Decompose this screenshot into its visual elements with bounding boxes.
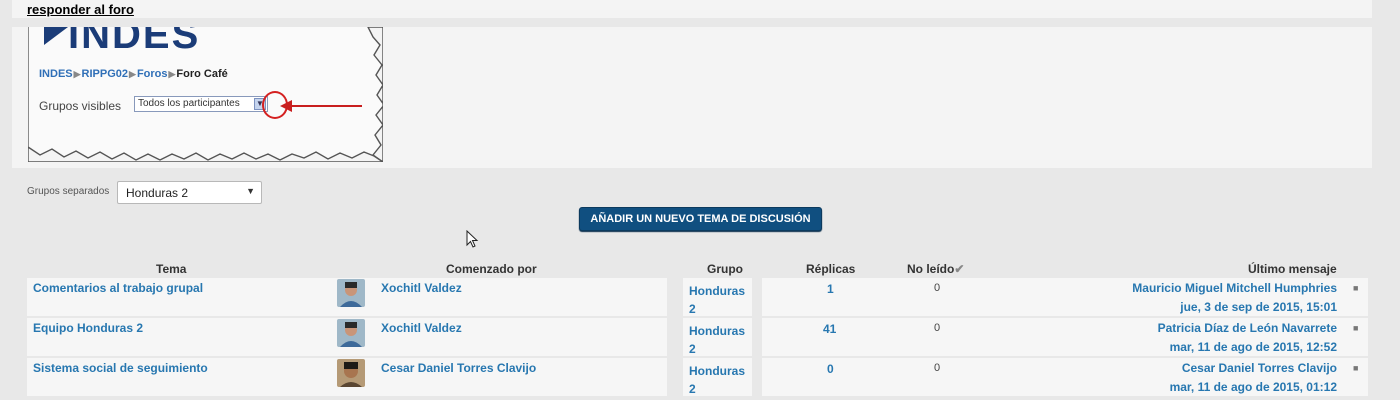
last-post-date[interactable]: jue, 3 de sep de 2015, 15:01: [1180, 300, 1337, 314]
embedded-screenshot: INDES INDES▶RIPPG02▶Foros▶Foro Café Grup…: [28, 27, 383, 162]
header-started-by[interactable]: Comenzado por: [446, 262, 537, 276]
author-link[interactable]: Xochitl Valdez: [381, 321, 462, 335]
header-unread[interactable]: No leído: [907, 262, 954, 276]
group-number: 2: [689, 302, 696, 316]
add-discussion-button[interactable]: AÑADIR UN NUEVO TEMA DE DISCUSIÓN: [579, 207, 822, 231]
unread-count: 0: [934, 322, 941, 334]
row-separator: [667, 358, 683, 396]
groups-filter-value: Honduras 2: [126, 186, 189, 200]
last-post-author[interactable]: Mauricio Miguel Mitchell Humphries: [1132, 281, 1337, 295]
groups-filter-label: Grupos separados: [27, 186, 110, 197]
group-number: 2: [689, 342, 696, 356]
header-topic[interactable]: Tema: [156, 262, 186, 276]
group-link[interactable]: Honduras 2: [689, 322, 745, 358]
avatar[interactable]: [337, 359, 365, 387]
reply-forum-link[interactable]: responder al foro: [27, 2, 134, 17]
unread-count: 0: [934, 282, 941, 294]
mark-read-check-icon[interactable]: ✔: [954, 262, 964, 276]
author-link[interactable]: Cesar Daniel Torres Clavijo: [381, 361, 536, 375]
row-separator: [752, 278, 762, 316]
replies-count[interactable]: 1: [827, 282, 834, 296]
avatar[interactable]: [337, 319, 365, 347]
author-link[interactable]: Xochitl Valdez: [381, 281, 462, 295]
last-post-date[interactable]: mar, 11 de ago de 2015, 12:52: [1170, 340, 1337, 354]
group-name: Honduras: [689, 284, 746, 298]
row-separator: [752, 358, 762, 396]
row-separator: [752, 318, 762, 356]
bullet-icon: ■: [1353, 363, 1359, 373]
topic-link[interactable]: Sistema social de seguimiento: [33, 361, 208, 375]
bullet-icon: ■: [1353, 323, 1359, 333]
last-post-date[interactable]: mar, 11 de ago de 2015, 01:12: [1170, 380, 1337, 394]
replies-count[interactable]: 0: [827, 362, 834, 376]
header-unread-wrap: No leído✔: [907, 262, 964, 276]
row-separator: [667, 278, 683, 316]
last-post-author[interactable]: Patricia Díaz de León Navarrete: [1158, 321, 1337, 335]
group-link[interactable]: Honduras 2: [689, 282, 745, 318]
row-separator: [667, 318, 683, 356]
group-name: Honduras: [689, 324, 746, 338]
last-post-author[interactable]: Cesar Daniel Torres Clavijo: [1182, 361, 1337, 375]
group-number: 2: [689, 382, 696, 396]
dropdown-caret-icon: ▼: [246, 186, 255, 196]
header-group[interactable]: Grupo: [707, 262, 743, 276]
replies-count[interactable]: 41: [823, 322, 836, 336]
left-margin: [0, 0, 12, 400]
header-last-post[interactable]: Último mensaje: [1248, 262, 1337, 276]
groups-filter-select[interactable]: Honduras 2 ▼: [117, 181, 262, 204]
group-name: Honduras: [689, 364, 746, 378]
top-strip: [12, 0, 1372, 18]
bullet-icon: ■: [1353, 283, 1359, 293]
torn-edge-frame: [28, 27, 383, 162]
unread-count: 0: [934, 362, 941, 374]
header-replies[interactable]: Réplicas: [806, 262, 855, 276]
avatar[interactable]: [337, 279, 365, 307]
group-link[interactable]: Honduras 2: [689, 362, 745, 398]
right-margin: [1372, 0, 1400, 400]
topic-link[interactable]: Equipo Honduras 2: [33, 321, 143, 335]
mouse-cursor-icon: [466, 230, 479, 248]
topic-link[interactable]: Comentarios al trabajo grupal: [33, 281, 203, 295]
